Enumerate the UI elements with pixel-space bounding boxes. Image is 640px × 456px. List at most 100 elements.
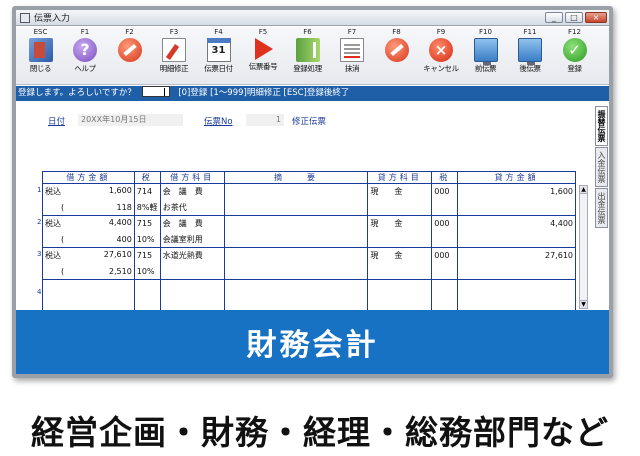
grid-cell[interactable] [431,279,459,296]
table-row[interactable]: (2,510 10% [42,263,576,280]
grid-cell[interactable]: (2,510 [42,263,135,280]
function-key-label: F12 [568,28,581,36]
grid-cell[interactable] [223,231,369,248]
grid-cell[interactable] [223,247,369,264]
grid-cell[interactable]: 000 [431,247,459,264]
grid-scrollbar[interactable]: ▲ ▼ [579,185,588,309]
grid-cell[interactable]: 4 [37,279,135,296]
grid-cell[interactable]: 10% [133,231,161,248]
grid-cell[interactable] [431,199,459,216]
tax-code: 714 [136,187,153,197]
toolbar-button-f4[interactable]: F4 31 伝票日付 [198,28,239,83]
function-key-label: F7 [347,28,357,36]
tax-code: 715 [136,251,153,261]
grid-cell[interactable] [457,263,576,280]
table-row[interactable]: 4 [37,279,576,296]
grid-cell[interactable] [367,263,433,280]
credit-account: 現 金 [370,251,403,261]
grid-cell[interactable]: 会議室利用 [159,231,225,248]
prohibit-icon [117,38,142,62]
grid-cell[interactable] [457,199,576,216]
grid-cell[interactable]: 8%軽 [133,199,161,216]
grid-cell[interactable] [367,231,433,248]
function-key-label: F4 [214,28,223,36]
grid-cell[interactable]: 715 [133,247,161,264]
function-key-label: F5 [258,28,268,36]
minimize-button[interactable]: _ [545,12,563,23]
date-field[interactable]: 20XX年10月15日 [78,114,183,126]
grid-cell[interactable]: 715 [133,215,161,232]
toolbar-button-label: 閉じる [29,64,52,73]
grid-cell[interactable]: 現 金 [367,215,433,232]
toolbar-button-f3[interactable]: F3 明細修正 [154,28,195,83]
grid-cell[interactable]: (400 [42,231,135,248]
grid-cell[interactable]: 27,610 [457,247,576,264]
toolbar-button-f7[interactable]: F7 抹消 [332,28,373,83]
side-tab[interactable]: 振替伝票 [595,106,608,146]
toolbar-button-label: 登録 [567,64,582,73]
side-tab[interactable]: 入金伝票 [595,147,608,187]
grid-cell[interactable]: 000 [431,215,459,232]
grid-cell[interactable] [159,279,225,296]
table-row[interactable]: 1 税込 1,600 714 会 議 費 現 金 000 1,600 [37,183,576,200]
status-value: 0 [146,88,153,98]
grid-cell[interactable] [223,215,369,232]
toolbar-button-f9[interactable]: F9 × キャンセル [421,28,462,83]
toolbar-button-f1[interactable]: F1? ヘルプ [65,28,106,83]
table-row[interactable]: 3 税込 27,610 715 水道光熱費 現 金 000 27,610 [37,247,576,264]
grid-cell[interactable]: 4,400 [457,215,576,232]
grid-cell[interactable] [223,199,369,216]
grid-cell[interactable] [159,263,225,280]
grid-cell[interactable]: 714 [133,183,161,200]
grid-cell[interactable]: 2 税込 4,400 [37,215,135,232]
grid-cell[interactable]: 1 税込 1,600 [37,183,135,200]
prev-voucher-icon [473,38,498,65]
close-button[interactable]: × [585,12,607,23]
grid-cell[interactable] [457,279,576,296]
grid-cell[interactable]: 3 税込 27,610 [37,247,135,264]
grid-cell[interactable] [367,199,433,216]
toolbar-button-f10[interactable]: F10 前伝票 [465,28,506,83]
side-tab[interactable]: 出金伝票 [595,188,608,228]
table-row[interactable]: 2 税込 4,400 715 会 議 費 現 金 000 4,400 [37,215,576,232]
tax-mode: 税込 [45,251,61,261]
grid-cell[interactable] [431,263,459,280]
table-row[interactable]: (400 10% 会議室利用 [42,231,576,248]
grid-cell[interactable]: 会 議 費 [159,183,225,200]
toolbar-button-f6[interactable]: F6 登録処理 [287,28,328,83]
grid-cell[interactable] [223,183,369,200]
grid-cell[interactable]: 水道光熱費 [159,247,225,264]
grid-cell[interactable] [223,279,369,296]
grid-cell[interactable] [223,263,369,280]
function-key-label: F9 [436,28,446,36]
grid-cell[interactable]: 000 [431,183,459,200]
toolbar-button-label: ヘルプ [74,64,96,73]
toolbar-button-f5[interactable]: F5 伝票番号 [243,28,284,83]
table-row[interactable]: (118 8%軽 お茶代 [42,199,576,216]
toolbar-button-f2[interactable]: F2 [109,28,150,83]
grid-cell[interactable] [133,279,161,296]
grid-cell[interactable]: 現 金 [367,247,433,264]
grid-column-header: 税 [431,171,459,184]
toolbar-button-label: 抹消 [344,64,360,73]
grid-cell[interactable]: 現 金 [367,183,433,200]
grid-cell[interactable]: 10% [133,263,161,280]
maximize-button[interactable]: □ [565,12,583,23]
grid-cell[interactable]: (118 [42,199,135,216]
scroll-down-arrow-icon[interactable]: ▼ [580,300,587,308]
book-icon [295,38,320,62]
toolbar-button-f12[interactable]: F12 ✓ 登録 [554,28,595,83]
grid-cell[interactable]: お茶代 [159,199,225,216]
grid-column-header: 税 [133,171,161,184]
grid-cell[interactable] [457,231,576,248]
toolbar-button-f11[interactable]: F11 後伝票 [510,28,551,83]
grid-cell[interactable] [367,279,433,296]
grid-cell[interactable]: 1,600 [457,183,576,200]
toolbar-button-f8[interactable]: F8 [376,28,417,83]
grid-cell[interactable] [431,231,459,248]
app-window: 伝票入力 _ □ × ESC 閉じる F1? ヘルプ F2 F3 明細修正 F4 31 伝票日付 F… [16,10,609,374]
grid-cell[interactable]: 会 議 費 [159,215,225,232]
toolbar-button-esc[interactable]: ESC 閉じる [20,28,61,83]
scroll-up-arrow-icon[interactable]: ▲ [580,186,587,194]
voucher-no-field[interactable]: 1 [246,114,284,126]
